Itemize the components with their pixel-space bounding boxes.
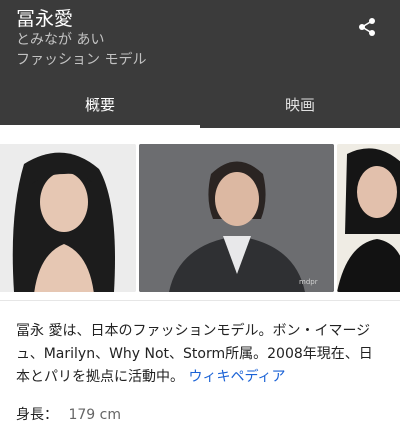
tab-movies[interactable]: 映画 bbox=[200, 80, 400, 128]
portrait-image: mdpr bbox=[139, 144, 334, 292]
photo-portrait-3[interactable] bbox=[337, 144, 400, 292]
knowledge-panel-header: 冨永愛 とみなが あい ファッション モデル 概要 映画 bbox=[0, 0, 400, 128]
image-gallery: mdpr bbox=[0, 144, 400, 292]
section-divider bbox=[0, 300, 400, 301]
entity-reading: とみなが あい bbox=[16, 32, 105, 48]
share-icon bbox=[359, 18, 375, 36]
tab-overview[interactable]: 概要 bbox=[0, 80, 200, 128]
photo-portrait-1[interactable] bbox=[0, 144, 136, 292]
svg-text:mdpr: mdpr bbox=[299, 278, 318, 286]
portrait-image bbox=[0, 144, 136, 292]
fact-value: 179 cm bbox=[68, 407, 121, 423]
fact-label: 身長： bbox=[16, 407, 58, 423]
entity-name: 冨永愛 bbox=[16, 8, 74, 30]
entity-description: ファッション モデル bbox=[16, 52, 147, 68]
portrait-image bbox=[337, 144, 400, 292]
wikipedia-link[interactable]: ウィキペディア bbox=[188, 369, 285, 385]
fact-height: 身長： 179 cm bbox=[16, 404, 121, 426]
panel-tabs: 概要 映画 bbox=[0, 80, 400, 128]
share-button[interactable] bbox=[352, 12, 382, 42]
photo-portrait-2[interactable]: mdpr bbox=[139, 144, 334, 292]
entity-summary: 冨永 愛は、日本のファッションモデル。ボン・イマージュ、Marilyn、Why … bbox=[16, 320, 386, 389]
